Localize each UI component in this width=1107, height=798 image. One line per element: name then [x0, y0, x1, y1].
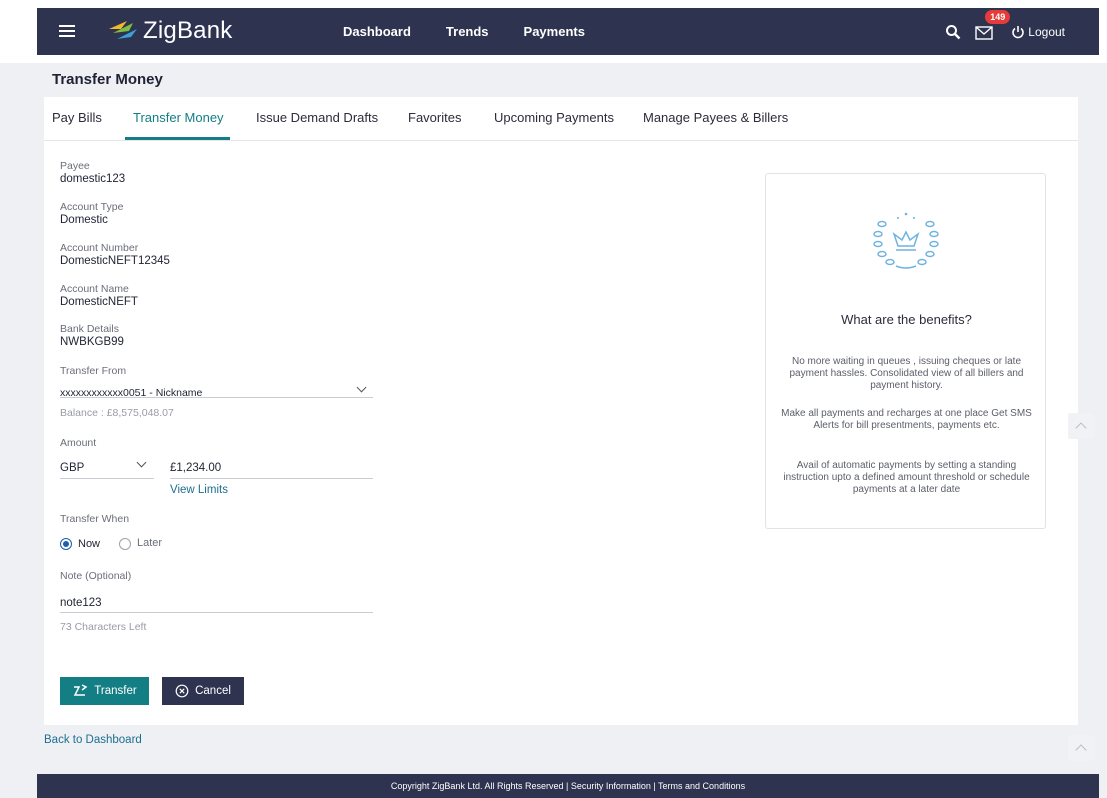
radio-later-circle[interactable] — [119, 538, 131, 550]
payee-label: Payee — [60, 160, 90, 172]
account-type-value: Domestic — [60, 214, 108, 226]
transfer-button[interactable]: Transfer — [60, 677, 149, 705]
cancel-button-label: Cancel — [195, 685, 231, 697]
benefits-panel: What are the benefits? No more waiting i… — [765, 173, 1046, 529]
note-underline — [60, 612, 373, 613]
benefit-paragraph: Avail of automatic payments by setting a… — [783, 460, 1030, 495]
benefit-paragraph: Make all payments and recharges at one p… — [781, 408, 1032, 431]
account-name-field: Account Name DomesticNEFT — [60, 283, 138, 309]
nav-dashboard[interactable]: Dashboard — [343, 24, 411, 39]
footer-text: Copyright ZigBank Ltd. All Rights Reserv… — [390, 781, 746, 791]
nav-actions: 149 Logout — [945, 8, 1065, 55]
power-icon — [1012, 25, 1025, 38]
mail-icon — [975, 25, 993, 40]
benefits-title: What are the benefits? — [841, 312, 972, 327]
transfer-button-label: Transfer — [94, 685, 137, 697]
account-name-value: DomesticNEFT — [60, 296, 138, 308]
bank-details-label: Bank Details — [60, 323, 119, 335]
amount-label: Amount — [60, 437, 97, 449]
main-nav: Dashboard Trends Payments — [343, 8, 585, 55]
balance-text: Balance : £8,575,048.07 — [60, 407, 174, 419]
currency-select[interactable]: GBP — [60, 457, 154, 476]
tab-transfer-money[interactable]: Transfer Money — [133, 110, 224, 125]
footer: Copyright ZigBank Ltd. All Rights Reserv… — [37, 774, 1099, 798]
amount-underline — [170, 478, 373, 479]
radio-now[interactable]: Now — [60, 537, 116, 553]
tab-bar: Pay Bills Transfer Money Issue Demand Dr… — [44, 97, 1078, 141]
radio-later-label: Later — [137, 537, 163, 549]
crown-laurel-icon — [873, 212, 939, 269]
bank-details-value: NWBKGB99 — [60, 336, 124, 348]
nav-payments[interactable]: Payments — [524, 24, 585, 39]
radio-later[interactable]: Later — [119, 537, 175, 553]
chevron-down-icon — [136, 457, 147, 468]
chars-left-text: 73 Characters Left — [60, 621, 147, 633]
top-header: ZigBank Dashboard Trends Payments 149 Lo… — [0, 0, 1107, 63]
scroll-up-button[interactable] — [1068, 413, 1094, 439]
tab-manage-payees-billers[interactable]: Manage Payees & Billers — [643, 110, 788, 125]
transfer-from-label: Transfer From — [60, 365, 127, 377]
account-type-field: Account Type Domestic — [60, 201, 123, 227]
transfer-card: Pay Bills Transfer Money Issue Demand Dr… — [44, 97, 1078, 725]
cancel-icon — [175, 684, 189, 698]
amount-input[interactable]: £1,234.00 — [170, 458, 373, 476]
payee-value: domestic123 — [60, 173, 126, 185]
logo-icon — [109, 21, 137, 39]
currency-value: GBP — [60, 462, 85, 474]
chevron-down-icon — [356, 382, 367, 393]
logout-button[interactable]: Logout — [1011, 25, 1065, 39]
tab-upcoming-payments[interactable]: Upcoming Payments — [494, 110, 614, 125]
tab-issue-demand-drafts[interactable]: Issue Demand Drafts — [256, 110, 378, 125]
account-number-field: Account Number DomesticNEFT12345 — [60, 242, 170, 268]
account-number-label: Account Number — [60, 242, 139, 254]
logout-label: Logout — [1028, 24, 1065, 39]
nav-trends[interactable]: Trends — [446, 24, 489, 39]
search-icon[interactable] — [945, 24, 961, 40]
scroll-top-button[interactable] — [1068, 735, 1094, 761]
page-title: Transfer Money — [52, 71, 163, 88]
payee-field: Payee domestic123 — [60, 160, 125, 186]
tab-favorites[interactable]: Favorites — [408, 110, 461, 125]
tab-pay-bills[interactable]: Pay Bills — [52, 110, 102, 125]
transfer-when-label: Transfer When — [60, 513, 130, 525]
menu-icon[interactable] — [59, 25, 75, 38]
view-limits-link[interactable]: View Limits — [170, 484, 228, 496]
active-tab-indicator — [125, 137, 230, 140]
note-value: note123 — [60, 597, 102, 609]
amount-value: £1,234.00 — [170, 462, 222, 474]
account-name-label: Account Name — [60, 283, 129, 295]
notifications-button[interactable]: 149 — [975, 9, 1011, 42]
currency-underline — [60, 478, 154, 479]
note-label: Note (Optional) — [60, 570, 132, 582]
cancel-button[interactable]: Cancel — [162, 677, 244, 705]
account-number-value: DomesticNEFT12345 — [60, 255, 170, 267]
radio-now-circle[interactable] — [60, 538, 72, 550]
back-to-dashboard-link[interactable]: Back to Dashboard — [44, 734, 142, 746]
brand-name: ZigBank — [143, 17, 233, 44]
notification-badge: 149 — [985, 9, 1011, 24]
benefit-paragraph: No more waiting in queues , issuing cheq… — [789, 356, 1024, 391]
bank-details-field: Bank Details NWBKGB99 — [60, 323, 124, 349]
transfer-from-underline — [60, 397, 373, 398]
transfer-icon — [74, 684, 88, 696]
navbar: ZigBank Dashboard Trends Payments 149 Lo… — [37, 8, 1099, 55]
account-type-label: Account Type — [60, 201, 124, 213]
brand-logo[interactable]: ZigBank — [107, 17, 232, 45]
radio-now-label: Now — [78, 538, 101, 550]
note-input[interactable]: note123 — [60, 593, 373, 611]
